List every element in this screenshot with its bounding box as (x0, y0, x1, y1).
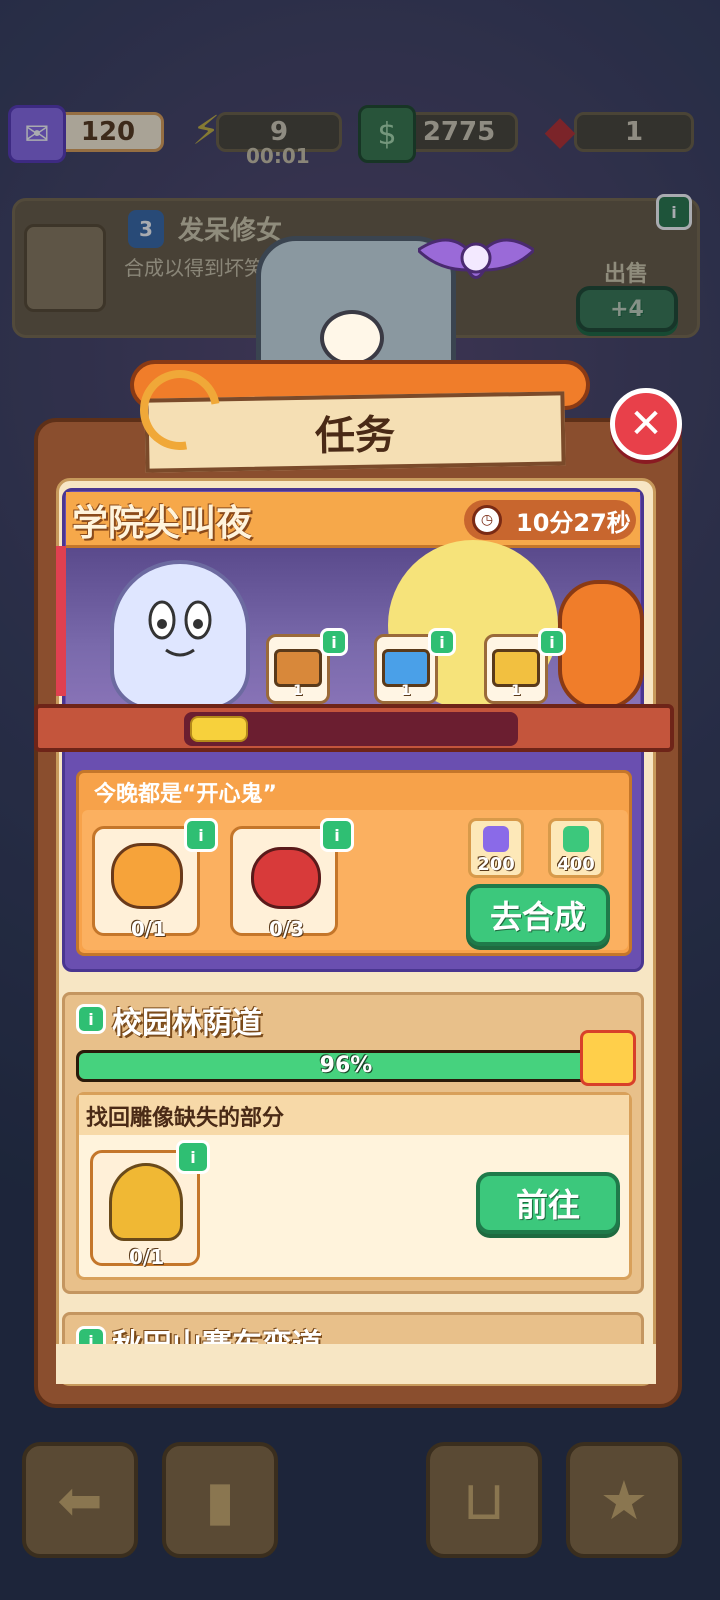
jack-o-lantern-decoration (558, 580, 644, 710)
back-arrow-button[interactable]: ⬅ (22, 1442, 138, 1558)
task-clipboard-button[interactable]: ★ (566, 1442, 682, 1558)
go-merge-label: 去合成 (489, 898, 586, 936)
shop-basket-button[interactable]: ⊔ (426, 1442, 542, 1558)
reward-value: 200 (477, 854, 515, 875)
area-progress-label: 96% (319, 1053, 373, 1078)
arrow-left-icon: ⬅ (57, 1468, 103, 1532)
trident-decoration (56, 546, 66, 696)
clipboard-star-icon: ★ (599, 1468, 649, 1532)
panel-title: 任务 (314, 412, 396, 460)
basket-icon: ⊔ (462, 1468, 506, 1532)
area-info-icon[interactable]: i (76, 1004, 106, 1034)
event-quest-title: 今晚都是“开心鬼” (94, 782, 277, 807)
chest-3-info-icon[interactable]: i (538, 628, 566, 656)
chest-1-info-icon[interactable]: i (320, 628, 348, 656)
go-button[interactable]: 前往 (476, 1172, 620, 1234)
item-1-info-icon[interactable]: i (184, 818, 218, 852)
cash-icon (563, 826, 589, 852)
chest-count: 1 (293, 683, 303, 699)
podium-icon: ▮ (205, 1468, 235, 1532)
clock-icon: ◷ (472, 505, 502, 535)
item-count: 0/1 (131, 917, 167, 941)
go-label: 前往 (515, 1186, 580, 1224)
item-count: 0/3 (269, 917, 305, 941)
leaderboard-button[interactable]: ▮ (162, 1442, 278, 1558)
wooden-chest-icon (274, 649, 322, 687)
blue-chest-icon (382, 649, 430, 687)
reward-tickets: 200 (468, 818, 524, 878)
event-progress-fill (190, 716, 248, 742)
pudding-ghost-icon (111, 843, 183, 909)
reward-cash: 400 (548, 818, 604, 878)
chest-count: 1 (401, 683, 411, 699)
item-2-info-icon[interactable]: i (320, 818, 354, 852)
red-devil-icon (251, 847, 321, 909)
close-icon: ✕ (629, 401, 663, 447)
chest-count: 1 (511, 683, 521, 699)
telescope-icon (109, 1163, 183, 1241)
ticket-icon (483, 826, 509, 852)
area-task-title: 找回雕像缺失的部分 (86, 1106, 285, 1131)
item-count: 0/1 (129, 1245, 165, 1269)
area-title: 校园林荫道 (112, 1006, 262, 1041)
event-timer-text: 10分27秒 (516, 508, 631, 537)
reward-value: 400 (557, 854, 595, 875)
close-button[interactable]: ✕ (610, 388, 682, 460)
chest-2-info-icon[interactable]: i (428, 628, 456, 656)
gold-chest-icon (492, 649, 540, 687)
panel-bottom-mask (56, 1344, 656, 1384)
go-merge-button[interactable]: 去合成 (466, 884, 610, 946)
gift-box-icon[interactable] (580, 1030, 636, 1086)
statue-info-icon[interactable]: i (176, 1140, 210, 1174)
event-timer: ◷ 10分27秒 (464, 500, 636, 540)
skull-decoration (320, 310, 384, 366)
event-title: 学院尖叫夜 (72, 503, 253, 544)
ghost-character (110, 560, 250, 710)
bat-decoration (415, 230, 537, 279)
